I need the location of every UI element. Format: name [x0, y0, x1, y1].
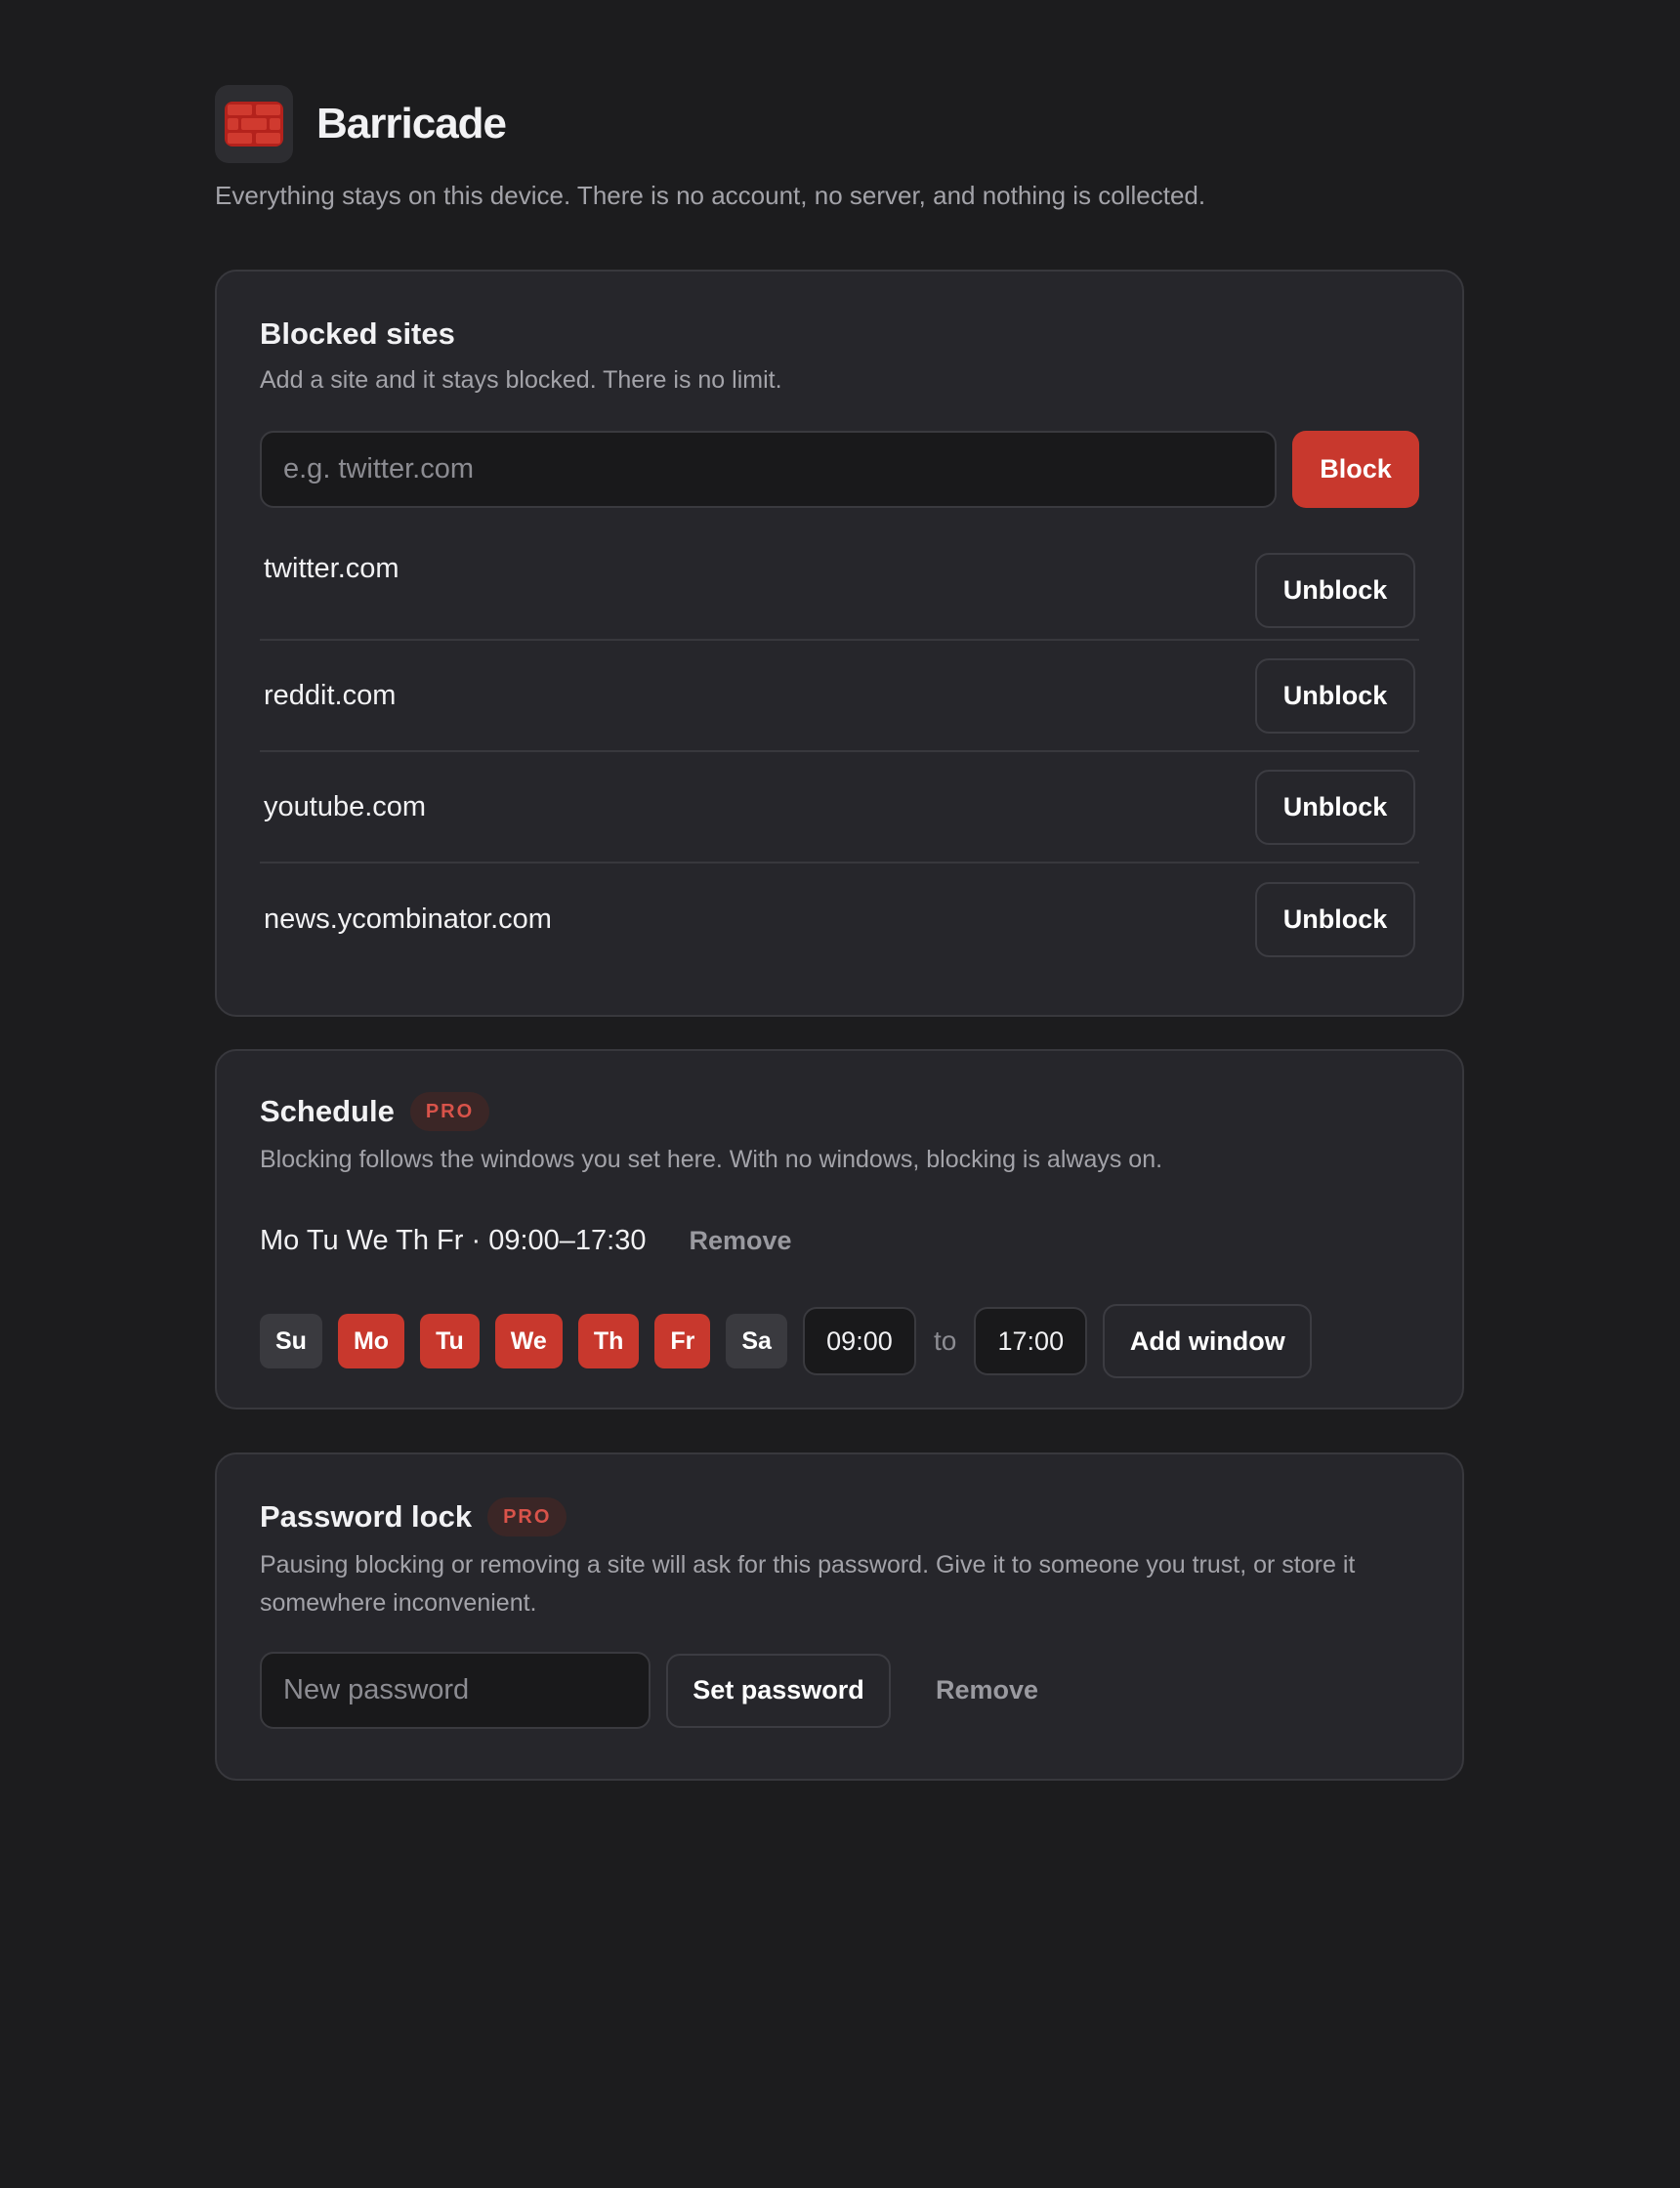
password-lock-description: Pausing blocking or removing a site will… — [260, 1551, 1356, 1617]
schedule-card: Schedule PRO Blocking follows the window… — [215, 1049, 1464, 1410]
app-title: Barricade — [316, 100, 507, 147]
set-password-button[interactable]: Set password — [666, 1653, 891, 1728]
password-lock-title-text: Password lock — [260, 1499, 473, 1534]
schedule-title: Schedule PRO — [260, 1092, 1419, 1131]
block-button[interactable]: Block — [1292, 431, 1419, 508]
unblock-button[interactable]: Unblock — [1255, 657, 1415, 734]
add-site-row: Block — [260, 431, 1419, 508]
password-lock-card: Password lock PRO Pausing blocking or re… — [215, 1452, 1464, 1781]
end-time-input[interactable] — [974, 1307, 1088, 1375]
blocked-site-row: news.ycombinator.com Unblock — [260, 863, 1419, 975]
blocked-site-list: twitter.com Unblock reddit.com Unblock y… — [260, 553, 1419, 975]
schedule-title-text: Schedule — [260, 1094, 395, 1128]
blocked-site-row: twitter.com Unblock — [260, 553, 1419, 641]
blocked-sites-title: Blocked sites — [260, 316, 1419, 352]
site-name: twitter.com — [264, 553, 399, 584]
brick-wall-icon — [215, 85, 293, 163]
blocked-site-row: youtube.com Unblock — [260, 752, 1419, 863]
app-tagline: Everything stays on this device. There i… — [215, 181, 1206, 210]
blocked-sites-description: Add a site and it stays blocked. There i… — [260, 366, 782, 394]
window-editor: Su Mo Tu We Th Fr Sa to Add window — [260, 1304, 1419, 1378]
schedule-window: Mo Tu We Th Fr · 09:00–17:30 Remove — [260, 1216, 1419, 1265]
unblock-button[interactable]: Unblock — [1255, 881, 1415, 957]
app-header: Barricade — [215, 85, 1464, 163]
day-toggle-th[interactable]: Th — [577, 1314, 640, 1368]
day-toggle-we[interactable]: We — [494, 1314, 563, 1368]
day-toggle-fr[interactable]: Fr — [654, 1314, 711, 1368]
password-row: Set password Remove — [260, 1652, 1419, 1729]
password-lock-title: Password lock PRO — [260, 1497, 1419, 1536]
day-toggle-su[interactable]: Su — [260, 1314, 322, 1368]
remove-window-button[interactable]: Remove — [689, 1226, 791, 1256]
blocked-sites-card: Blocked sites Add a site and it stays bl… — [215, 270, 1464, 1017]
start-time-input[interactable] — [802, 1307, 916, 1375]
remove-password-button[interactable]: Remove — [936, 1675, 1038, 1705]
site-name: reddit.com — [264, 679, 397, 711]
site-name: youtube.com — [264, 790, 427, 822]
to-label: to — [933, 1325, 957, 1356]
day-toggle-sa[interactable]: Sa — [726, 1314, 787, 1368]
pro-badge: PRO — [409, 1092, 490, 1131]
site-name: news.ycombinator.com — [264, 903, 552, 935]
day-toggle-tu[interactable]: Tu — [420, 1314, 480, 1368]
new-password-input[interactable] — [260, 1652, 651, 1729]
unblock-button[interactable]: Unblock — [1255, 553, 1415, 628]
blocked-site-row: reddit.com Unblock — [260, 641, 1419, 752]
unblock-button[interactable]: Unblock — [1255, 769, 1415, 845]
page: Barricade Everything stays on this devic… — [215, 85, 1464, 1781]
day-toggle-mo[interactable]: Mo — [337, 1314, 405, 1368]
schedule-description: Blocking follows the windows you set her… — [260, 1146, 1163, 1173]
pro-badge: PRO — [487, 1497, 567, 1536]
blocked-sites-title-text: Blocked sites — [260, 316, 455, 351]
schedule-window-text: Mo Tu We Th Fr · 09:00–17:30 — [260, 1224, 647, 1256]
site-input[interactable] — [260, 431, 1278, 508]
add-window-button[interactable]: Add window — [1103, 1304, 1313, 1378]
